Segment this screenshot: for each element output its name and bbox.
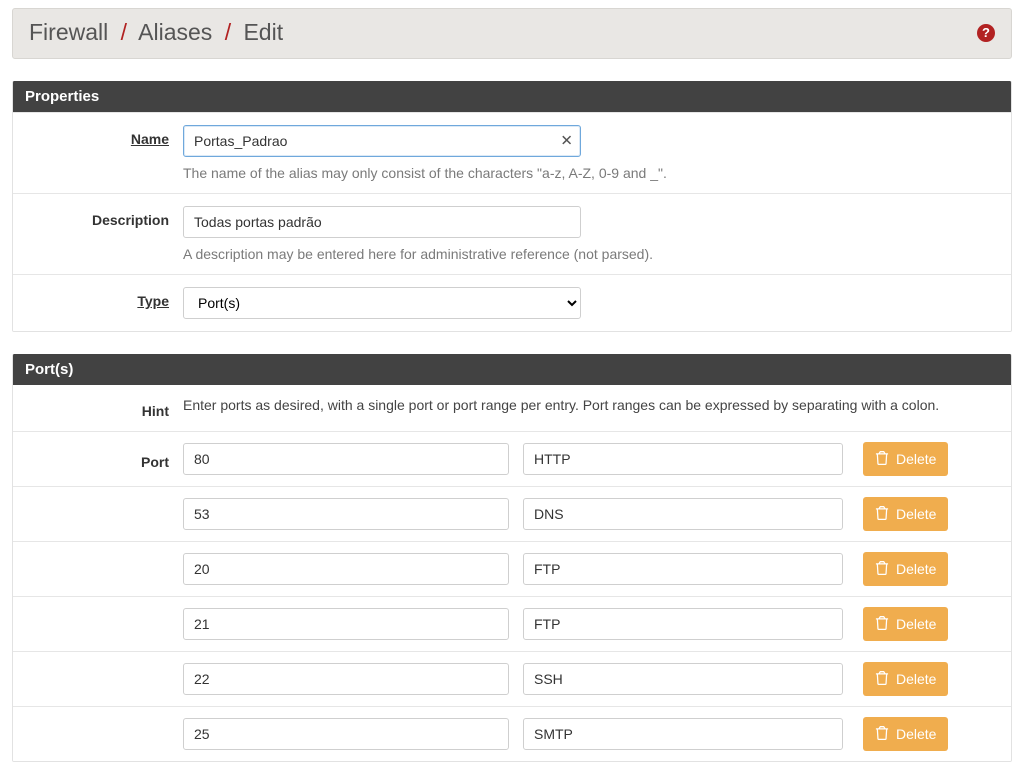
port-row: Delete	[13, 541, 1011, 596]
delete-button-label: Delete	[896, 561, 936, 577]
clear-input-icon[interactable]: ✕	[560, 134, 573, 149]
delete-button-label: Delete	[896, 726, 936, 742]
label-port	[13, 676, 183, 682]
port-description-input[interactable]	[523, 443, 843, 475]
label-type[interactable]: Type	[13, 287, 183, 309]
label-port	[13, 621, 183, 627]
type-select[interactable]: Port(s)	[183, 287, 581, 319]
delete-button[interactable]: Delete	[863, 552, 948, 586]
port-description-input[interactable]	[523, 718, 843, 750]
name-field[interactable]	[183, 125, 581, 157]
port-description-input[interactable]	[523, 553, 843, 585]
description-help-text: A description may be entered here for ad…	[183, 246, 1001, 262]
port-value-input[interactable]	[183, 608, 509, 640]
delete-button[interactable]: Delete	[863, 717, 948, 751]
delete-button-label: Delete	[896, 616, 936, 632]
port-value-input[interactable]	[183, 553, 509, 585]
port-row: Delete	[13, 486, 1011, 541]
delete-button[interactable]: Delete	[863, 607, 948, 641]
label-port: Port	[13, 448, 183, 470]
trash-icon	[875, 726, 889, 743]
port-row: Delete	[13, 651, 1011, 706]
delete-button-label: Delete	[896, 506, 936, 522]
panel-ports-title: Port(s)	[13, 354, 1011, 385]
port-value-input[interactable]	[183, 498, 509, 530]
breadcrumb-aliases[interactable]: Aliases	[138, 19, 212, 45]
label-name[interactable]: Name	[13, 125, 183, 147]
port-description-input[interactable]	[523, 608, 843, 640]
page-header: Firewall / Aliases / Edit ?	[12, 8, 1012, 59]
delete-button[interactable]: Delete	[863, 497, 948, 531]
breadcrumb-separator: /	[219, 19, 237, 45]
label-description: Description	[13, 206, 183, 228]
trash-icon	[875, 506, 889, 523]
breadcrumb-firewall[interactable]: Firewall	[29, 19, 108, 45]
hint-text: Enter ports as desired, with a single po…	[183, 397, 1001, 419]
trash-icon	[875, 616, 889, 633]
row-hint: Hint Enter ports as desired, with a sing…	[13, 385, 1011, 431]
panel-properties: Properties Name ✕ The name of the alias …	[12, 81, 1012, 332]
port-row: Port Delete	[13, 431, 1011, 486]
port-value-input[interactable]	[183, 443, 509, 475]
port-value-input[interactable]	[183, 718, 509, 750]
row-name: Name ✕ The name of the alias may only co…	[13, 112, 1011, 193]
description-field[interactable]	[183, 206, 581, 238]
breadcrumb-separator: /	[115, 19, 133, 45]
port-description-input[interactable]	[523, 498, 843, 530]
port-value-input[interactable]	[183, 663, 509, 695]
breadcrumb: Firewall / Aliases / Edit	[29, 19, 283, 46]
port-row: Delete	[13, 706, 1011, 761]
row-type: Type Port(s)	[13, 274, 1011, 331]
label-port	[13, 731, 183, 737]
delete-button-label: Delete	[896, 451, 936, 467]
panel-properties-title: Properties	[13, 81, 1011, 112]
help-icon[interactable]: ?	[977, 24, 995, 42]
delete-button[interactable]: Delete	[863, 662, 948, 696]
label-hint: Hint	[13, 397, 183, 419]
row-description: Description A description may be entered…	[13, 193, 1011, 274]
port-row: Delete	[13, 596, 1011, 651]
port-description-input[interactable]	[523, 663, 843, 695]
delete-button[interactable]: Delete	[863, 442, 948, 476]
label-port	[13, 511, 183, 517]
port-rows: Port Delete Delete Delete Delete Delete Delete	[13, 431, 1011, 761]
trash-icon	[875, 451, 889, 468]
panel-ports: Port(s) Hint Enter ports as desired, wit…	[12, 354, 1012, 762]
label-port	[13, 566, 183, 572]
name-help-text: The name of the alias may only consist o…	[183, 165, 1001, 181]
trash-icon	[875, 561, 889, 578]
breadcrumb-edit: Edit	[243, 19, 283, 45]
